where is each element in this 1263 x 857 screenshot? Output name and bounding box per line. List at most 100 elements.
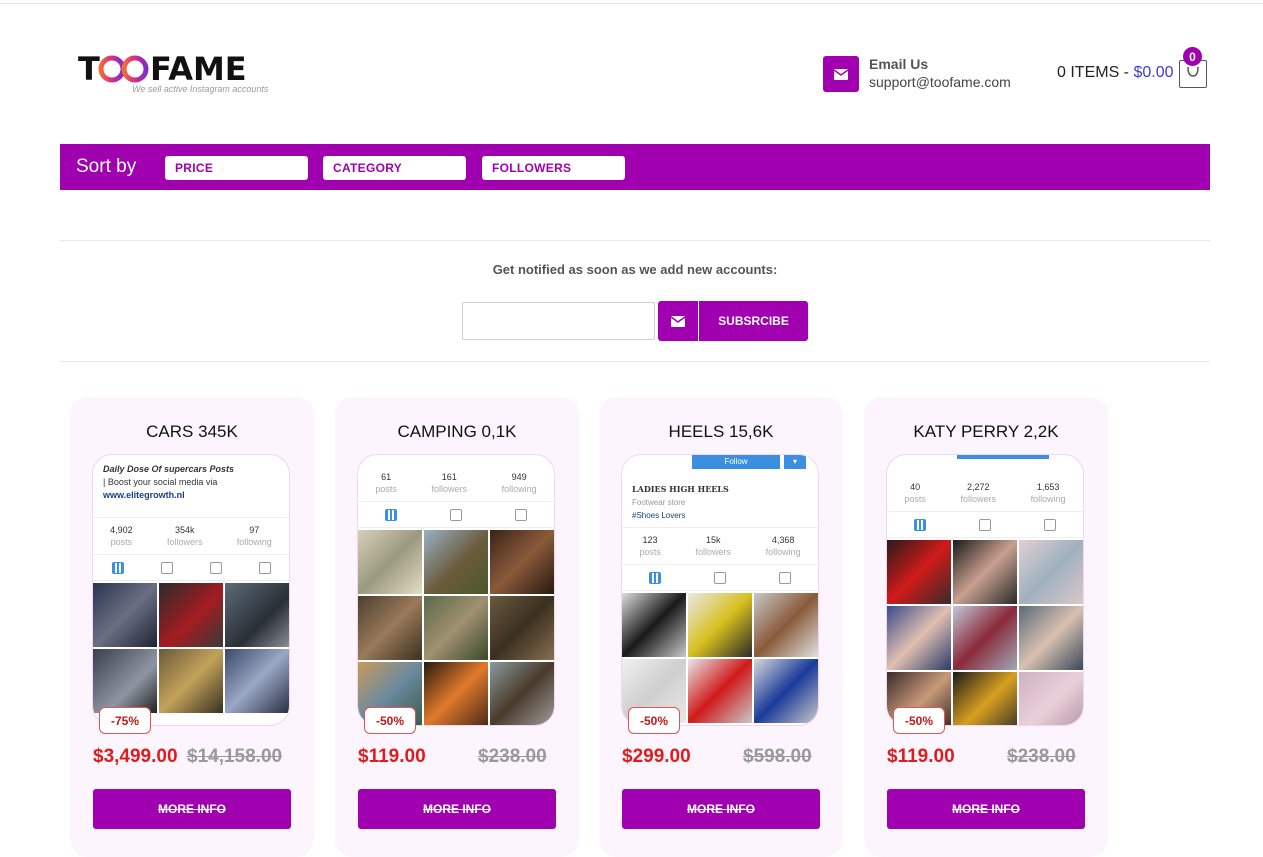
- photo-thumb: [424, 662, 488, 725]
- stat-following: 4,368 following: [765, 535, 801, 557]
- photo-thumb: [358, 596, 422, 660]
- profile-bio: Daily Dose Of supercars Posts | Boost yo…: [93, 455, 289, 517]
- bio-line: | Boost your social media via: [103, 477, 218, 487]
- profile-tabs: [93, 555, 289, 581]
- photo-thumb: [622, 593, 686, 657]
- igtv-icon: [209, 561, 222, 574]
- site-logo[interactable]: T FAME We sell active Instagram accounts: [78, 50, 278, 100]
- product-card[interactable]: CAMPING 0,1K 61 posts 161 followers 949 fol…: [335, 397, 579, 857]
- cart-summary[interactable]: 0 ITEMS - $0.00: [1057, 64, 1174, 82]
- stat-posts: 61 posts: [375, 472, 397, 494]
- more-info-button[interactable]: MORE INFO: [622, 789, 820, 829]
- photo-thumb: [1019, 606, 1083, 670]
- subscribe-email-input[interactable]: [462, 302, 655, 340]
- discount-badge: -50%: [628, 707, 680, 734]
- cart-count-badge: 0: [1183, 47, 1202, 66]
- product-card[interactable]: HEELS 15,6K Follow ▾ LADIES HIGH HEELS F…: [599, 397, 843, 857]
- product-title[interactable]: HEELS 15,6K: [599, 422, 843, 442]
- sale-price: $119.00: [887, 746, 955, 767]
- top-divider: [0, 3, 1263, 4]
- photo-thumb: [225, 649, 289, 713]
- stat-posts: 123 posts: [639, 535, 661, 557]
- grid-icon: [111, 561, 124, 574]
- sort-price-select[interactable]: PRICE: [165, 156, 308, 180]
- email-address[interactable]: support@toofame.com: [869, 74, 1011, 90]
- photo-thumb: [1019, 540, 1083, 604]
- more-info-button[interactable]: MORE INFO: [887, 789, 1085, 829]
- reels-icon: [713, 571, 726, 584]
- email-icon-box[interactable]: [823, 56, 859, 92]
- bio-line: LADIES HIGH HEELS: [632, 484, 729, 494]
- photo-thumb: [159, 649, 223, 713]
- photo-thumb: [953, 672, 1017, 725]
- sale-price: $3,499.00: [93, 746, 178, 767]
- profile-stats: 61 posts 161 followers 949 following: [358, 455, 554, 502]
- grid-icon: [913, 518, 926, 531]
- photo-thumb: [358, 530, 422, 594]
- product-title[interactable]: CAMPING 0,1K: [335, 422, 579, 442]
- subscribe-envelope-icon[interactable]: [658, 301, 698, 341]
- product-title[interactable]: KATY PERRY 2,2K: [864, 422, 1108, 442]
- photo-thumb: [490, 530, 554, 594]
- sale-price: $119.00: [358, 746, 426, 767]
- follow-button: Follow: [692, 455, 780, 469]
- original-price: $598.00: [743, 746, 812, 767]
- photo-thumb: [953, 606, 1017, 670]
- stat-followers: 2,272 followers: [960, 482, 996, 504]
- stat-following: 97 following: [236, 525, 272, 547]
- photo-thumb: [1019, 672, 1083, 725]
- product-title[interactable]: CARS 345K: [70, 422, 314, 442]
- photo-grid: [622, 591, 818, 725]
- email-label: Email Us: [869, 56, 929, 72]
- tagged-icon: [1044, 518, 1057, 531]
- divider: [60, 361, 1210, 362]
- profile-tabs: [358, 502, 554, 528]
- svg-text:FAME: FAME: [150, 50, 247, 88]
- logo-tagline: We sell active Instagram accounts: [132, 84, 269, 94]
- stat-followers: 161 followers: [431, 472, 467, 494]
- more-info-button[interactable]: MORE INFO: [93, 789, 291, 829]
- photo-thumb: [225, 583, 289, 647]
- instagram-preview: Daily Dose Of supercars Posts | Boost yo…: [92, 454, 290, 726]
- product-card[interactable]: CARS 345K Daily Dose Of supercars Posts …: [70, 397, 314, 857]
- grid-icon: [384, 508, 397, 521]
- sort-bar: Sort by PRICE CATEGORY FOLLOWERS: [60, 144, 1210, 190]
- tagged-icon: [258, 561, 271, 574]
- stat-following: 949 following: [501, 472, 537, 494]
- sale-price: $299.00: [622, 746, 691, 767]
- bio-line: Daily Dose Of supercars Posts: [103, 464, 235, 474]
- profile-stats: 123 posts 15k followers 4,368 following: [622, 527, 818, 565]
- cart-items-label: 0 ITEMS -: [1057, 64, 1134, 81]
- sort-followers-select[interactable]: FOLLOWERS: [482, 156, 625, 180]
- profile-stats: 40 posts 2,272 followers 1,653 following: [887, 455, 1083, 512]
- instagram-preview: 40 posts 2,272 followers 1,653 following: [886, 454, 1084, 726]
- photo-thumb: [754, 659, 818, 723]
- photo-grid: [358, 528, 554, 725]
- subscribe-button[interactable]: SUBSRCIBE: [699, 301, 808, 341]
- sort-category-select[interactable]: CATEGORY: [323, 156, 466, 180]
- photo-thumb: [159, 583, 223, 647]
- svg-text:T: T: [78, 50, 100, 88]
- reels-icon: [449, 508, 462, 521]
- photo-thumb: [887, 540, 951, 604]
- more-info-button[interactable]: MORE INFO: [358, 789, 556, 829]
- envelope-icon: [834, 68, 848, 80]
- stat-followers: 354k followers: [166, 525, 203, 547]
- reels-icon: [160, 561, 173, 574]
- bio-line: Footwear store: [632, 498, 686, 507]
- follow-bar: [957, 455, 1049, 459]
- photo-thumb: [754, 593, 818, 657]
- chevron-down-icon: ▾: [784, 455, 806, 469]
- discount-badge: -75%: [99, 707, 151, 734]
- photo-thumb: [93, 649, 157, 713]
- product-card[interactable]: KATY PERRY 2,2K 40 posts 2,272 followers 1…: [864, 397, 1108, 857]
- reels-icon: [978, 518, 991, 531]
- photo-thumb: [688, 593, 752, 657]
- original-price: $238.00: [478, 746, 547, 767]
- profile-tabs: [887, 512, 1083, 538]
- photo-thumb: [887, 606, 951, 670]
- divider: [60, 240, 1210, 241]
- bio-link: www.elitegrowth.nl: [103, 490, 185, 500]
- photo-grid: [887, 538, 1083, 725]
- discount-badge: -50%: [893, 707, 945, 734]
